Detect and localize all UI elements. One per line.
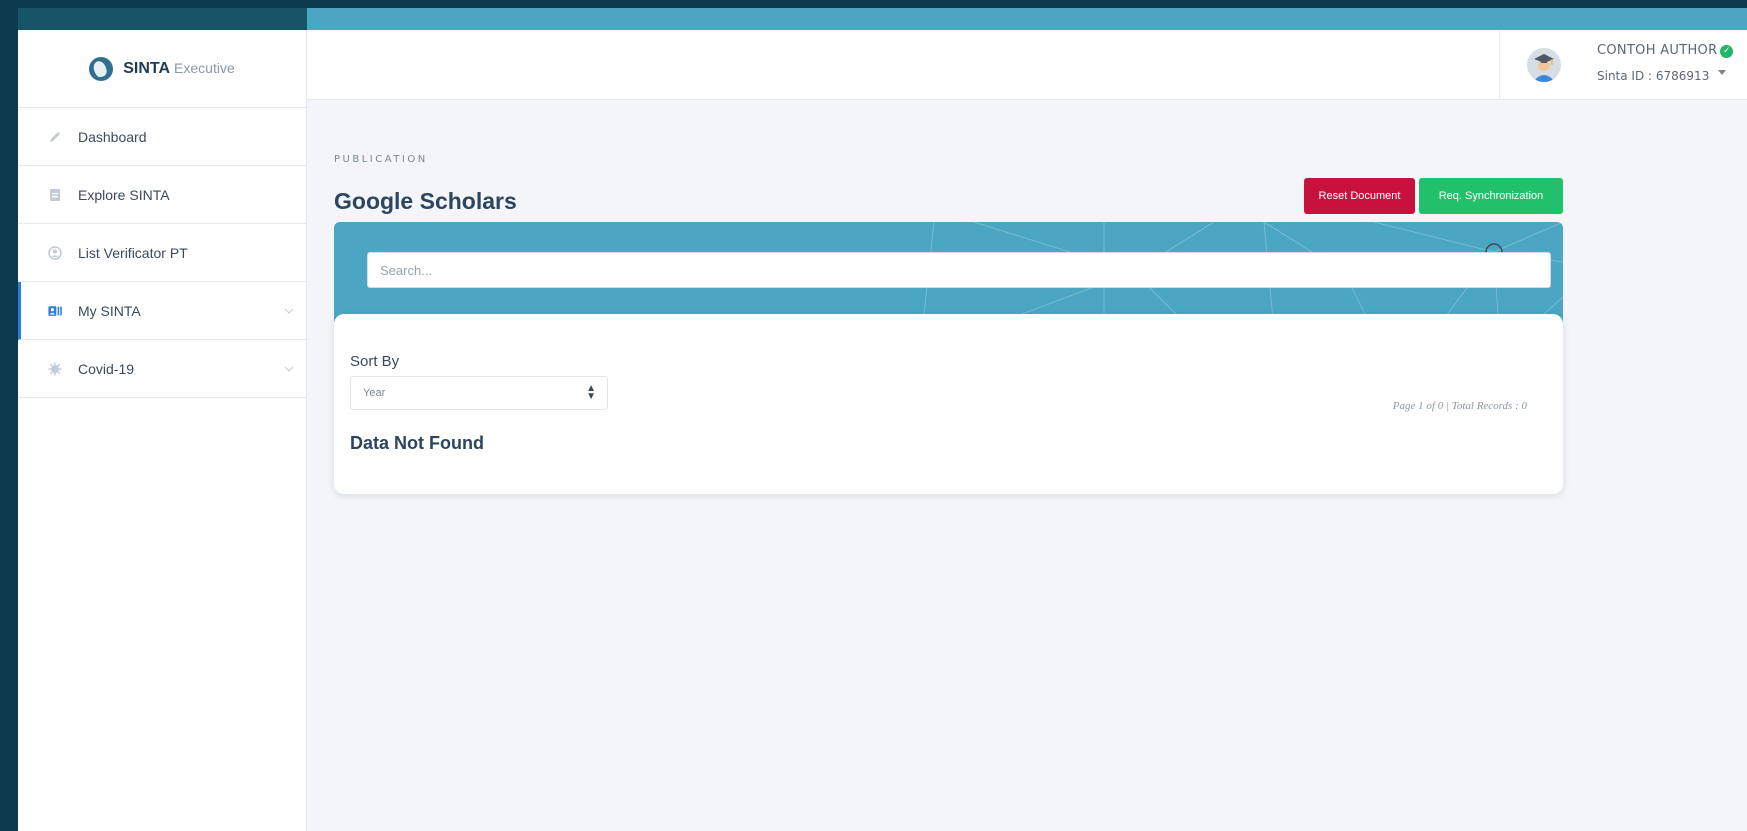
virus-icon	[48, 362, 62, 376]
sidebar-item-covid-19[interactable]: Covid-19	[18, 340, 306, 398]
sort-by-label: Sort By	[350, 353, 400, 370]
id-card-icon	[48, 304, 62, 318]
sidebar-item-label: List Verificator PT	[78, 244, 188, 261]
app-window: SINTA Executive Dashboard Explore SINTA L…	[18, 8, 1747, 831]
user-name[interactable]: CONTOH AUTHOR ✓	[1597, 43, 1734, 58]
reset-document-button[interactable]: Reset Document	[1304, 178, 1415, 214]
user-circle-icon	[48, 245, 62, 260]
sidebar-item-list-verificator-pt[interactable]: List Verificator PT	[18, 224, 306, 282]
sidebar-item-my-sinta[interactable]: My SINTA	[18, 282, 306, 340]
sinta-logo-icon	[89, 56, 114, 81]
search-input[interactable]	[367, 252, 1551, 288]
brand-subtitle: Executive	[174, 59, 235, 76]
sidebar-item-label: My SINTA	[78, 302, 141, 319]
window-frame	[0, 0, 1747, 8]
sidebar: SINTA Executive Dashboard Explore SINTA L…	[18, 30, 307, 831]
brand-name: SINTA	[123, 59, 171, 77]
empty-state-message: Data Not Found	[350, 433, 484, 453]
request-synchronization-button[interactable]: Req. Synchronization	[1419, 178, 1563, 214]
page-title: Google Scholars	[334, 188, 517, 214]
sort-selected-value: Year	[363, 387, 386, 399]
sidebar-top-strip	[18, 8, 307, 30]
sidebar-item-dashboard[interactable]: Dashboard	[18, 108, 306, 166]
verified-check-icon: ✓	[1720, 45, 1734, 58]
graduate-avatar-icon	[1527, 48, 1561, 82]
top-header: CONTOH AUTHOR ✓ Sinta ID : 6786913	[307, 30, 1747, 100]
user-name-text: CONTOH AUTHOR	[1597, 43, 1718, 58]
section-label: PUBLICATION	[334, 154, 428, 165]
sidebar-item-label: Covid-19	[78, 360, 135, 377]
pagination-info: Page 1 of 0 | Total Records : 0	[1392, 400, 1527, 412]
sidebar-item-label: Explore SINTA	[78, 186, 170, 203]
brand[interactable]: SINTA Executive	[18, 30, 306, 108]
chevron-down-icon[interactable]	[284, 305, 294, 315]
sort-arrows-icon: ▲ ▼	[586, 383, 596, 402]
document-icon	[48, 188, 62, 202]
header-divider	[1499, 30, 1500, 100]
sidebar-item-label: Dashboard	[78, 128, 147, 145]
header-top-strip	[307, 8, 1747, 30]
user-sinta-id: Sinta ID : 6786913	[1597, 69, 1710, 83]
sidebar-item-explore-sinta[interactable]: Explore SINTA	[18, 166, 306, 224]
avatar[interactable]	[1527, 48, 1561, 82]
pencil-icon	[48, 130, 62, 144]
caret-down-icon[interactable]	[1718, 70, 1726, 75]
chevron-down-icon[interactable]	[284, 363, 294, 373]
sort-select[interactable]: Year ▲ ▼	[350, 376, 608, 410]
